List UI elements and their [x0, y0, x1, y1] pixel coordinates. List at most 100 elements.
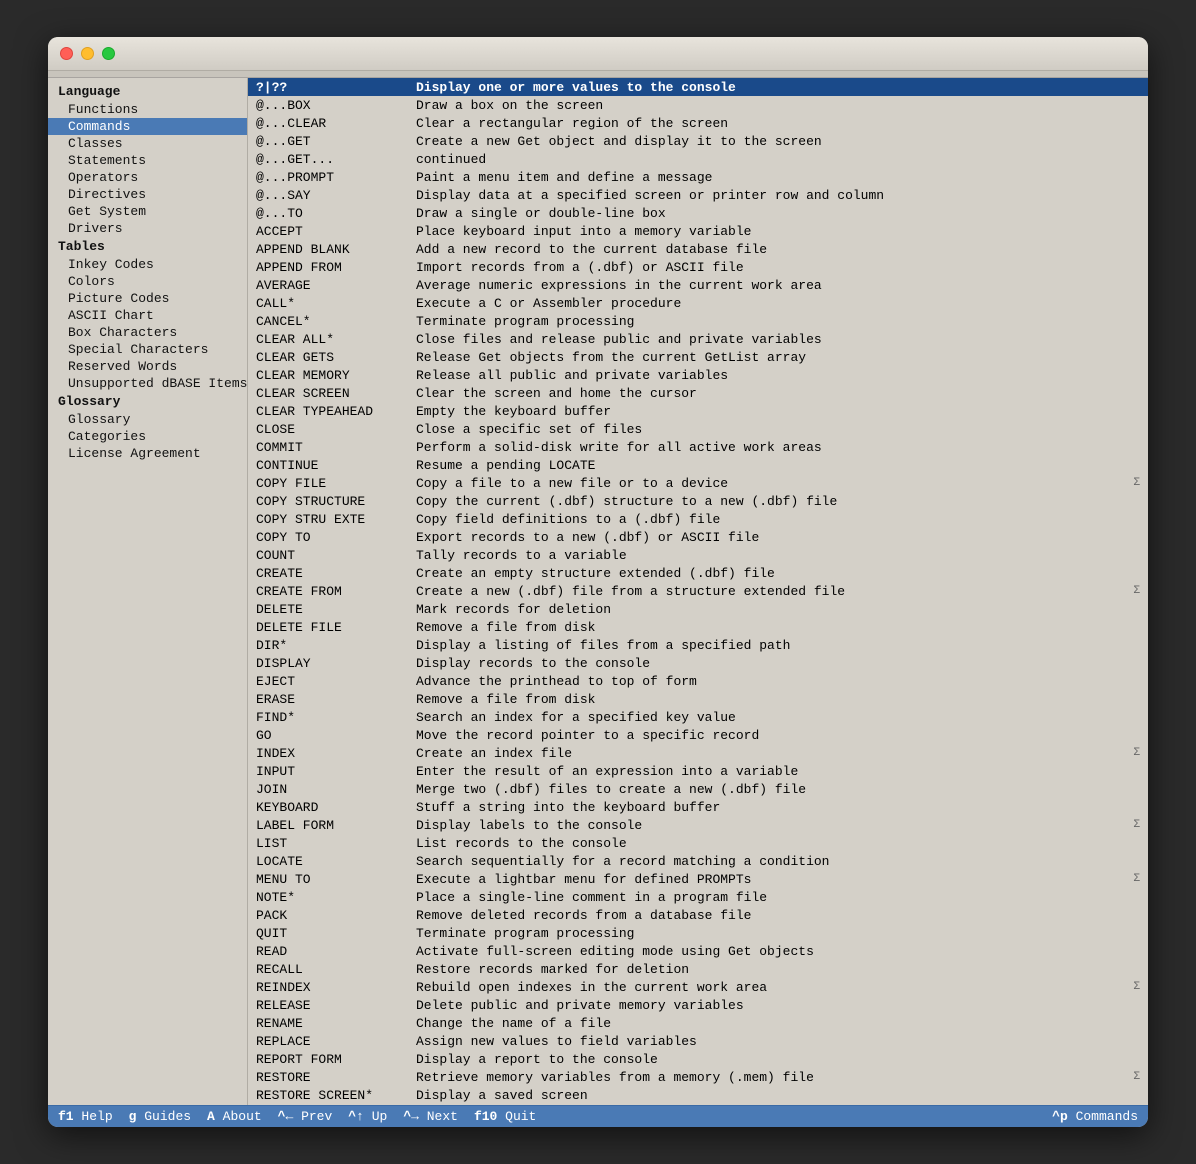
table-row[interactable]: REINDEXRebuild open indexes in the curre… — [248, 978, 1148, 996]
command-description: Display records to the console — [416, 656, 1140, 671]
command-description: Advance the printhead to top of form — [416, 674, 1140, 689]
command-name: READ — [256, 944, 416, 959]
command-description: Change the name of a file — [416, 1016, 1140, 1031]
g-shortcut[interactable]: g Guides — [129, 1109, 191, 1124]
table-row[interactable]: JOINMerge two (.dbf) files to create a n… — [248, 780, 1148, 798]
table-row[interactable]: CANCEL*Terminate program processing — [248, 312, 1148, 330]
table-row[interactable]: CLEAR TYPEAHEADEmpty the keyboard buffer — [248, 402, 1148, 420]
table-row[interactable]: APPEND BLANKAdd a new record to the curr… — [248, 240, 1148, 258]
table-row[interactable]: @...SAYDisplay data at a specified scree… — [248, 186, 1148, 204]
table-row[interactable]: ?|??Display one or more values to the co… — [248, 78, 1148, 96]
table-row[interactable]: DIR*Display a listing of files from a sp… — [248, 636, 1148, 654]
table-row[interactable]: DELETE FILERemove a file from disk — [248, 618, 1148, 636]
close-button[interactable] — [60, 47, 73, 60]
sidebar-item-statements[interactable]: Statements — [48, 152, 247, 169]
command-name: CLEAR TYPEAHEAD — [256, 404, 416, 419]
sidebar-item-box-characters[interactable]: Box Characters — [48, 324, 247, 341]
table-row[interactable]: CALL*Execute a C or Assembler procedure — [248, 294, 1148, 312]
table-row[interactable]: RECALLRestore records marked for deletio… — [248, 960, 1148, 978]
up-shortcut[interactable]: ^↑ Up — [348, 1109, 387, 1124]
table-row[interactable]: READActivate full-screen editing mode us… — [248, 942, 1148, 960]
f1-shortcut[interactable]: f1 Help — [58, 1109, 113, 1124]
table-row[interactable]: LISTList records to the console — [248, 834, 1148, 852]
table-row[interactable]: CLEAR SCREENClear the screen and home th… — [248, 384, 1148, 402]
table-row[interactable]: RENAMEChange the name of a file — [248, 1014, 1148, 1032]
command-name: COPY TO — [256, 530, 416, 545]
table-row[interactable]: RESTORERetrieve memory variables from a … — [248, 1068, 1148, 1086]
table-row[interactable]: CONTINUEResume a pending LOCATE — [248, 456, 1148, 474]
prev-shortcut[interactable]: ^← Prev — [278, 1109, 333, 1124]
table-row[interactable]: CLEAR GETSRelease Get objects from the c… — [248, 348, 1148, 366]
table-row[interactable]: ACCEPTPlace keyboard input into a memory… — [248, 222, 1148, 240]
command-name: APPEND FROM — [256, 260, 416, 275]
sidebar-item-functions[interactable]: Functions — [48, 101, 247, 118]
sidebar-item-special-characters[interactable]: Special Characters — [48, 341, 247, 358]
table-row[interactable]: REPLACEAssign new values to field variab… — [248, 1032, 1148, 1050]
table-row[interactable]: LOCATESearch sequentially for a record m… — [248, 852, 1148, 870]
table-row[interactable]: COMMITPerform a solid-disk write for all… — [248, 438, 1148, 456]
table-row[interactable]: DELETEMark records for deletion — [248, 600, 1148, 618]
sidebar-item-drivers[interactable]: Drivers — [48, 220, 247, 237]
sidebar-item-picture-codes[interactable]: Picture Codes — [48, 290, 247, 307]
table-row[interactable]: GOMove the record pointer to a specific … — [248, 726, 1148, 744]
sidebar-item-get-system[interactable]: Get System — [48, 203, 247, 220]
table-row[interactable]: QUITTerminate program processing — [248, 924, 1148, 942]
table-row[interactable]: AVERAGEAverage numeric expressions in th… — [248, 276, 1148, 294]
sidebar-item-commands[interactable]: Commands — [48, 118, 247, 135]
table-row[interactable]: CLEAR ALL*Close files and release public… — [248, 330, 1148, 348]
f10-shortcut[interactable]: f10 Quit — [474, 1109, 536, 1124]
command-description: Copy field definitions to a (.dbf) file — [416, 512, 1140, 527]
table-row[interactable]: CLEAR MEMORYRelease all public and priva… — [248, 366, 1148, 384]
content-area[interactable]: ?|??Display one or more values to the co… — [248, 78, 1148, 1105]
table-row[interactable]: CLOSEClose a specific set of files — [248, 420, 1148, 438]
table-row[interactable]: INDEXCreate an index fileΣ — [248, 744, 1148, 762]
table-row[interactable]: FIND*Search an index for a specified key… — [248, 708, 1148, 726]
sidebar-item-operators[interactable]: Operators — [48, 169, 247, 186]
a-shortcut[interactable]: A About — [207, 1109, 262, 1124]
table-row[interactable]: @...CLEARClear a rectangular region of t… — [248, 114, 1148, 132]
sidebar-item-glossary[interactable]: Glossary — [48, 411, 247, 428]
sidebar-item-reserved-words[interactable]: Reserved Words — [48, 358, 247, 375]
table-row[interactable]: INPUTEnter the result of an expression i… — [248, 762, 1148, 780]
table-row[interactable]: COPY STRU EXTECopy field definitions to … — [248, 510, 1148, 528]
table-row[interactable]: NOTE*Place a single-line comment in a pr… — [248, 888, 1148, 906]
table-row[interactable]: MENU TOExecute a lightbar menu for defin… — [248, 870, 1148, 888]
table-row[interactable]: ERASERemove a file from disk — [248, 690, 1148, 708]
table-row[interactable]: @...BOXDraw a box on the screen — [248, 96, 1148, 114]
table-row[interactable]: REPORT FORMDisplay a report to the conso… — [248, 1050, 1148, 1068]
minimize-button[interactable] — [81, 47, 94, 60]
sidebar-item-classes[interactable]: Classes — [48, 135, 247, 152]
command-description: Close a specific set of files — [416, 422, 1140, 437]
table-row[interactable]: COPY FILECopy a file to a new file or to… — [248, 474, 1148, 492]
maximize-button[interactable] — [102, 47, 115, 60]
table-row[interactable]: DISPLAYDisplay records to the console — [248, 654, 1148, 672]
table-row[interactable]: @...PROMPTPaint a menu item and define a… — [248, 168, 1148, 186]
table-row[interactable]: @...GET...continued — [248, 150, 1148, 168]
table-row[interactable]: LABEL FORMDisplay labels to the consoleΣ — [248, 816, 1148, 834]
table-row[interactable]: RESTORE SCREEN*Display a saved screen — [248, 1086, 1148, 1104]
table-row[interactable]: CREATECreate an empty structure extended… — [248, 564, 1148, 582]
table-row[interactable]: APPEND FROMImport records from a (.dbf) … — [248, 258, 1148, 276]
table-row[interactable]: PACKRemove deleted records from a databa… — [248, 906, 1148, 924]
table-row[interactable]: COUNTTally records to a variable — [248, 546, 1148, 564]
table-row[interactable]: EJECTAdvance the printhead to top of for… — [248, 672, 1148, 690]
table-row[interactable]: COPY STRUCTURECopy the current (.dbf) st… — [248, 492, 1148, 510]
sidebar-item-license-agreement[interactable]: License Agreement — [48, 445, 247, 462]
sidebar-item-categories[interactable]: Categories — [48, 428, 247, 445]
table-row[interactable]: CREATE FROMCreate a new (.dbf) file from… — [248, 582, 1148, 600]
table-row[interactable]: @...TODraw a single or double-line box — [248, 204, 1148, 222]
sidebar-item-ascii-chart[interactable]: ASCII Chart — [48, 307, 247, 324]
sidebar-item-colors[interactable]: Colors — [48, 273, 247, 290]
sidebar-item-inkey-codes[interactable]: Inkey Codes — [48, 256, 247, 273]
scroll-marker-icon: Σ — [1133, 1071, 1140, 1083]
table-row[interactable]: RELEASEDelete public and private memory … — [248, 996, 1148, 1014]
command-name: CLEAR MEMORY — [256, 368, 416, 383]
sidebar-item-directives[interactable]: Directives — [48, 186, 247, 203]
table-row[interactable]: COPY TOExport records to a new (.dbf) or… — [248, 528, 1148, 546]
table-row[interactable]: @...GETCreate a new Get object and displ… — [248, 132, 1148, 150]
next-shortcut[interactable]: ^→ Next — [403, 1109, 458, 1124]
cp-shortcut[interactable]: ^p Commands — [1052, 1109, 1138, 1124]
command-name: CONTINUE — [256, 458, 416, 473]
sidebar-item-unsupported-dbase-items[interactable]: Unsupported dBASE Items — [48, 375, 247, 392]
table-row[interactable]: KEYBOARDStuff a string into the keyboard… — [248, 798, 1148, 816]
